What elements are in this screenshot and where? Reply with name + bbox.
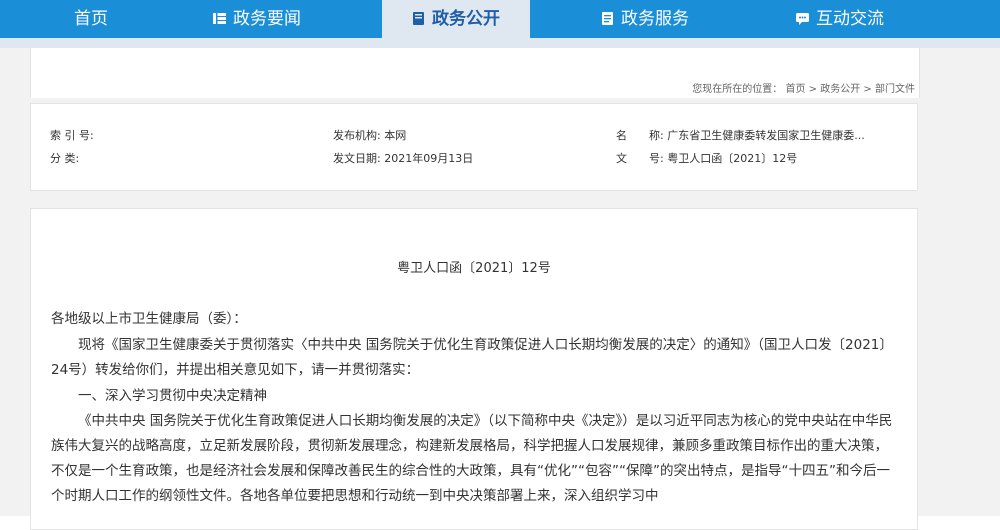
- article-section-heading: 一、深入学习贯彻中央决定精神: [78, 388, 267, 404]
- meta-publisher: 发布机构: 本网: [333, 129, 407, 142]
- article-intro: 现将《国家卫生健康委关于贯彻落实〈中共中央 国务院关于优化生育政策促进人口长期均…: [51, 337, 893, 378]
- breadcrumb-link-home[interactable]: 首页: [785, 84, 805, 95]
- nav-item-label: 政务公开: [432, 9, 500, 29]
- meta-index: 索 引 号:: [50, 127, 94, 143]
- meta-index-label: 索 引 号:: [50, 129, 94, 142]
- meta-name-label: 名 称:: [616, 129, 664, 142]
- article-body: 粤卫人口函〔2021〕12号 各地级以上市卫生健康局（委）： 现将《国家卫生健康…: [30, 208, 918, 530]
- document-icon: [602, 12, 613, 25]
- meta-doc-number-label: 文 号:: [616, 152, 664, 165]
- article-section-body: 《中共中央 国务院关于优化生育政策促进人口长期均衡发展的决定》（以下简称中央《决…: [51, 413, 893, 504]
- nav-item-services[interactable]: 政务服务: [580, 0, 710, 38]
- breadcrumb-prefix: 您现在所在的位置：: [692, 84, 783, 95]
- nav-item-label: 互动交流: [816, 9, 884, 29]
- nav-item-label: 政务要闻: [233, 9, 301, 29]
- meta-doc-number: 文 号: 粤卫人口函〔2021〕12号: [616, 150, 797, 166]
- breadcrumb-separator: >: [808, 84, 818, 95]
- book-icon: [413, 12, 424, 25]
- document-metadata: 索 引 号: 分 类: 发布机构: 本网 发文日期: 2021年09月13日 名…: [30, 103, 918, 191]
- article-doc-number: 粤卫人口函〔2021〕12号: [397, 261, 551, 276]
- meta-date: 发文日期: 2021年09月13日: [333, 152, 474, 165]
- nav-item-home[interactable]: 首页: [30, 0, 152, 38]
- main-navigation: 首页 政务要闻 政务公开 政务服务 互动交流: [0, 0, 1000, 38]
- article-salutation: 各地级以上市卫生健康局（委）：: [51, 311, 247, 327]
- breadcrumb-link-department-docs[interactable]: 部门文件: [875, 84, 915, 95]
- breadcrumb-separator: >: [863, 84, 872, 95]
- meta-name: 名 称: 广东省卫生健康委转发国家卫生健康委...: [616, 127, 865, 143]
- meta-category-label: 分 类:: [50, 152, 80, 165]
- nav-item-label: 政务服务: [621, 9, 689, 29]
- nav-item-public-affairs[interactable]: 政务公开: [382, 0, 530, 38]
- breadcrumb-panel: 您现在所在的位置： 首页 > 政务公开 > 部门文件: [30, 48, 920, 98]
- meta-category: 分 类:: [50, 150, 79, 166]
- chat-icon: [796, 13, 809, 25]
- breadcrumb: 您现在所在的位置： 首页 > 政务公开 > 部门文件: [692, 80, 915, 95]
- grid-icon: [213, 13, 226, 24]
- nav-item-interaction[interactable]: 互动交流: [770, 0, 910, 38]
- nav-underline: [0, 38, 1000, 48]
- breadcrumb-link-public-affairs[interactable]: 政务公开: [820, 84, 860, 95]
- meta-doc-number-value: 粤卫人口函〔2021〕12号: [667, 152, 798, 165]
- nav-item-label: 首页: [74, 9, 108, 29]
- meta-name-value: 广东省卫生健康委转发国家卫生健康委...: [667, 129, 865, 142]
- nav-item-news[interactable]: 政务要闻: [182, 0, 332, 38]
